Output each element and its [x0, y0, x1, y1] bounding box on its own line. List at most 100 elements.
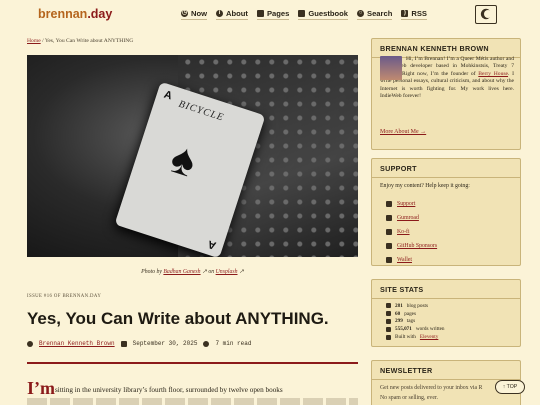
avatar [380, 56, 402, 80]
stat-label: tags [406, 318, 416, 325]
author-link[interactable]: Brennan Kenneth Brown [39, 340, 115, 347]
clock-icon [203, 340, 210, 347]
read-time: 7 min read [215, 340, 252, 347]
calendar-icon [120, 340, 127, 347]
stat-row: 555,071 words written [386, 325, 520, 333]
tag-icon [386, 318, 391, 324]
file-icon [386, 303, 391, 309]
theme-toggle-button[interactable] [475, 5, 497, 24]
pages-icon [256, 10, 264, 17]
breadcrumb-separator: / [42, 38, 44, 44]
newsletter-title: NEWSLETTER [372, 361, 520, 380]
search-icon: ○ [357, 10, 365, 17]
stat-label: pages [404, 310, 416, 317]
gear-icon [386, 334, 391, 340]
support-links: Support Gumroad Ko-fi GitHub Sponsors Wa… [372, 189, 520, 267]
card-brand: BICYCLE [177, 98, 226, 124]
more-about-link[interactable]: More About Me → [380, 129, 426, 135]
github-icon [386, 243, 392, 249]
breadcrumb: Home / Yes, You Can Write about ANYTHING [27, 38, 133, 44]
kofi-label: Ko-fi [397, 229, 410, 235]
built-with-row: Built with Eleventy [386, 333, 520, 341]
coffee-icon [386, 229, 392, 235]
stat-value: 555,071 [395, 326, 412, 333]
support-label: Support [397, 201, 416, 207]
photographer-link[interactable]: Badhan Ganesh [163, 269, 200, 275]
cart-icon [386, 215, 392, 221]
site-stats-box: SITE STATS 281 blog posts 60 pages 299 tags… [371, 279, 521, 347]
nav-guestbook[interactable]: Guestbook [298, 9, 349, 20]
rss-icon: ) [401, 10, 409, 17]
hero-image: A BICYCLE ♠ A [27, 55, 358, 257]
nav-now[interactable]: ◷ Now [181, 9, 208, 20]
unsplash-link[interactable]: Unsplash [216, 269, 238, 275]
support-title: SUPPORT [372, 159, 520, 178]
newsletter-line2: No spam or selling, ever. [380, 395, 438, 401]
support-intro: Enjoy my content? Help keep it going: [380, 183, 470, 189]
stat-value: 299 [395, 318, 403, 325]
support-link-kofi[interactable]: Ko-fi [386, 225, 520, 239]
card-rank-bottom: A [206, 237, 218, 252]
spade-icon: ♠ [164, 133, 203, 187]
article-body-cutoff [27, 398, 358, 405]
stat-row: 60 pages [386, 310, 520, 318]
eleventy-link[interactable]: Eleventy [420, 334, 438, 340]
clock-icon: ◷ [181, 10, 188, 17]
stats-list: 281 blog posts 60 pages 299 tags 555,071 wor… [372, 299, 520, 341]
nav-rss-label: RSS [411, 9, 427, 18]
nav-now-label: Now [191, 9, 208, 18]
person-icon [27, 340, 33, 347]
stat-label: blog posts [406, 302, 428, 309]
wallet-label: Wallet [397, 257, 412, 263]
title-divider [27, 362, 358, 364]
nav-about[interactable]: i About [216, 9, 248, 20]
nav-about-label: About [226, 9, 248, 18]
pilcrow-icon [386, 326, 391, 332]
guestbook-icon [298, 10, 306, 17]
stat-row: 281 blog posts [386, 302, 520, 310]
nav-search[interactable]: ○ Search [357, 9, 393, 20]
support-box: SUPPORT Enjoy my content? Help keep it g… [371, 158, 521, 266]
stats-title: SITE STATS [372, 280, 520, 299]
support-link-wallet[interactable]: Wallet [386, 253, 520, 267]
stat-label: words written [415, 326, 445, 333]
nav-guestbook-label: Guestbook [308, 9, 349, 18]
built-prefix: Built with [395, 334, 416, 341]
site-header: brennan.day ◷ Now i About Pages Guestbook … [0, 0, 540, 30]
nav-search-label: Search [367, 9, 393, 18]
caption-prefix: Photo by [141, 269, 162, 275]
nav-pages-label: Pages [266, 9, 290, 18]
info-icon: i [216, 10, 224, 17]
site-logo[interactable]: brennan.day [38, 7, 112, 21]
nav-pages[interactable]: Pages [256, 9, 290, 20]
logo-tld[interactable]: .day [87, 7, 112, 21]
caption-middle: on [208, 269, 215, 275]
article-lead: sitting in the university library’s four… [55, 386, 283, 394]
support-link-gumroad[interactable]: Gumroad [386, 211, 520, 225]
back-to-top-button[interactable]: ↑ TOP [495, 380, 525, 394]
pages-icon [386, 311, 391, 317]
wallet-icon [386, 257, 392, 263]
github-label: GitHub Sponsors [397, 243, 438, 249]
main-nav: ◷ Now i About Pages Guestbook ○ Search ) RSS [181, 9, 427, 20]
stat-row: 299 tags [386, 318, 520, 326]
logo-main[interactable]: brennan [38, 7, 87, 21]
article-title: Yes, You Can Write about ANYTHING. [27, 309, 329, 328]
publish-date: September 30, 2025 [132, 340, 198, 347]
nav-rss[interactable]: ) RSS [401, 9, 427, 20]
card-rank-top: A [162, 88, 174, 103]
berry-house-link[interactable]: Berry House [478, 71, 508, 77]
breadcrumb-current: Yes, You Can Write about ANYTHING [44, 38, 134, 44]
article-meta: Brennan Kenneth Brown September 30, 2025… [27, 340, 251, 347]
photo-caption: Photo by Badhan Ganesh ↗ on Unsplash ↗ [141, 269, 244, 275]
support-link-github[interactable]: GitHub Sponsors [386, 239, 520, 253]
about-box: BRENNAN KENNETH BROWN Hi, I’m Brennan! I… [371, 38, 521, 150]
support-link-support[interactable]: Support [386, 197, 520, 211]
issue-label: ISSUE #16 OF BRENNAN.DAY [27, 294, 102, 299]
stat-value: 281 [395, 302, 403, 309]
breadcrumb-home[interactable]: Home [27, 38, 41, 44]
cart-icon [386, 201, 392, 207]
moon-icon [484, 10, 492, 18]
gumroad-label: Gumroad [397, 215, 419, 221]
stat-value: 60 [395, 310, 401, 317]
